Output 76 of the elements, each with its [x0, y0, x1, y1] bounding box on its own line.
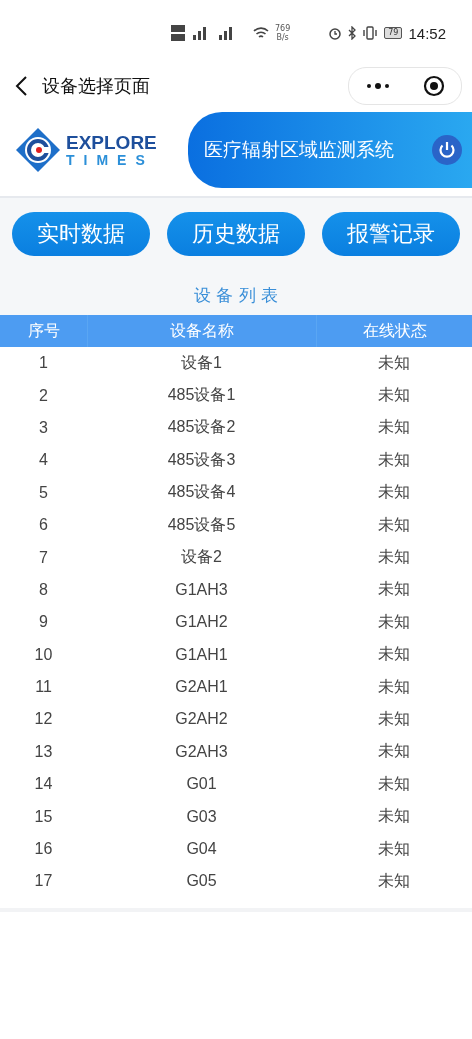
table-cell-text: 未知 — [377, 611, 411, 632]
table-cell-text: 未知 — [377, 514, 411, 535]
table-cell-text: 8 — [38, 579, 49, 600]
logo-text: EXPLORE — [66, 132, 157, 153]
table-cell-text: G2AH2 — [174, 709, 229, 730]
wifi-icon — [253, 26, 269, 40]
nav-button[interactable]: 历史数据 — [167, 212, 305, 256]
table-cell-text: G2AH1 — [174, 677, 229, 698]
table-cell-text: 15 — [33, 806, 54, 827]
table-cell-text: 5 — [38, 482, 49, 503]
table-cell-text: 16 — [33, 839, 54, 860]
table-cell-text: 未知 — [377, 838, 411, 859]
network-speed: 769 — [275, 24, 291, 33]
more-icon[interactable] — [365, 82, 390, 90]
table-cell-text: 未知 — [377, 870, 411, 891]
nav-button[interactable]: 报警记录 — [322, 212, 460, 256]
table-cell-text: 未知 — [377, 741, 411, 762]
table-cell-text: 设备2 — [180, 547, 223, 568]
close-icon[interactable] — [422, 75, 445, 97]
column-header: 序号 — [26, 319, 61, 342]
table-cell-text: G1AH2 — [174, 612, 229, 633]
table-cell-text: 9 — [38, 612, 49, 633]
table-cell-text: 未知 — [377, 547, 411, 568]
table-cell-text: G1AH1 — [174, 644, 229, 665]
table-cell-text: G05 — [185, 871, 218, 892]
logo-icon — [14, 126, 62, 174]
table-cell-text: G1AH3 — [174, 579, 229, 600]
clock-time: 14:52 — [408, 24, 446, 42]
table-cell-text: 未知 — [377, 352, 411, 373]
table-cell-text: 未知 — [377, 385, 411, 406]
table-cell-text: 3 — [38, 417, 49, 438]
back-icon[interactable] — [14, 75, 28, 97]
table-cell-text: 485设备3 — [166, 449, 237, 470]
table-cell-text: 未知 — [377, 709, 411, 729]
table-cell-text: 未知 — [377, 773, 411, 794]
table-cell-text: 17 — [33, 871, 54, 892]
table-cell-text: 6 — [38, 515, 49, 536]
table-cell-text: 未知 — [377, 579, 411, 600]
capsule-menu[interactable] — [348, 67, 462, 105]
table-cell-text: 13 — [33, 741, 54, 762]
table-cell-text: 未知 — [377, 806, 411, 827]
nav-button[interactable]: 实时数据 — [12, 212, 150, 256]
table-cell-text: 2 — [38, 385, 49, 406]
table-cell-text: 未知 — [377, 417, 411, 438]
table-cell-text: 未知 — [377, 449, 411, 470]
vibrate-icon — [362, 26, 379, 40]
table-cell-text: 12 — [33, 709, 54, 730]
table-cell-text: 7 — [38, 547, 49, 568]
table-cell-text: 10 — [33, 644, 54, 665]
bluetooth-icon — [348, 26, 357, 40]
speed-unit: B/s — [275, 33, 290, 42]
table-cell-text: 14 — [33, 774, 54, 795]
table-cell-text: 4 — [38, 450, 49, 471]
table-cell-text: 未知 — [377, 482, 411, 503]
system-title: 医疗辐射区域监测系统 — [204, 137, 395, 162]
column-header: 在线状态 — [316, 315, 472, 347]
table-cell-text: 11 — [34, 677, 53, 698]
logo-subtext: TIMES — [66, 152, 155, 168]
power-icon[interactable] — [432, 135, 462, 165]
table-cell-text: G01 — [185, 774, 218, 795]
table-cell-text: G2AH3 — [174, 741, 229, 762]
list-title: 设 备 列 表 — [192, 284, 280, 307]
table-cell-text: 485设备2 — [166, 417, 237, 438]
page-title: 设备选择页面 — [42, 74, 151, 98]
table-cell-text: 485设备5 — [166, 514, 237, 535]
table-cell-text: 未知 — [377, 644, 411, 665]
battery-level: 79 — [384, 27, 403, 39]
table-cell-text: G04 — [185, 839, 218, 860]
table-cell-text: 485设备4 — [166, 482, 237, 503]
table-cell-text: 未知 — [377, 676, 411, 697]
table-cell-text: 485设备1 — [166, 385, 237, 406]
table-cell-text: G03 — [185, 806, 218, 827]
column-header: 设备名称 — [87, 315, 316, 347]
table-cell-text: 设备1 — [180, 352, 223, 373]
alarm-icon — [328, 26, 343, 40]
table-cell-text: 1 — [38, 353, 49, 374]
